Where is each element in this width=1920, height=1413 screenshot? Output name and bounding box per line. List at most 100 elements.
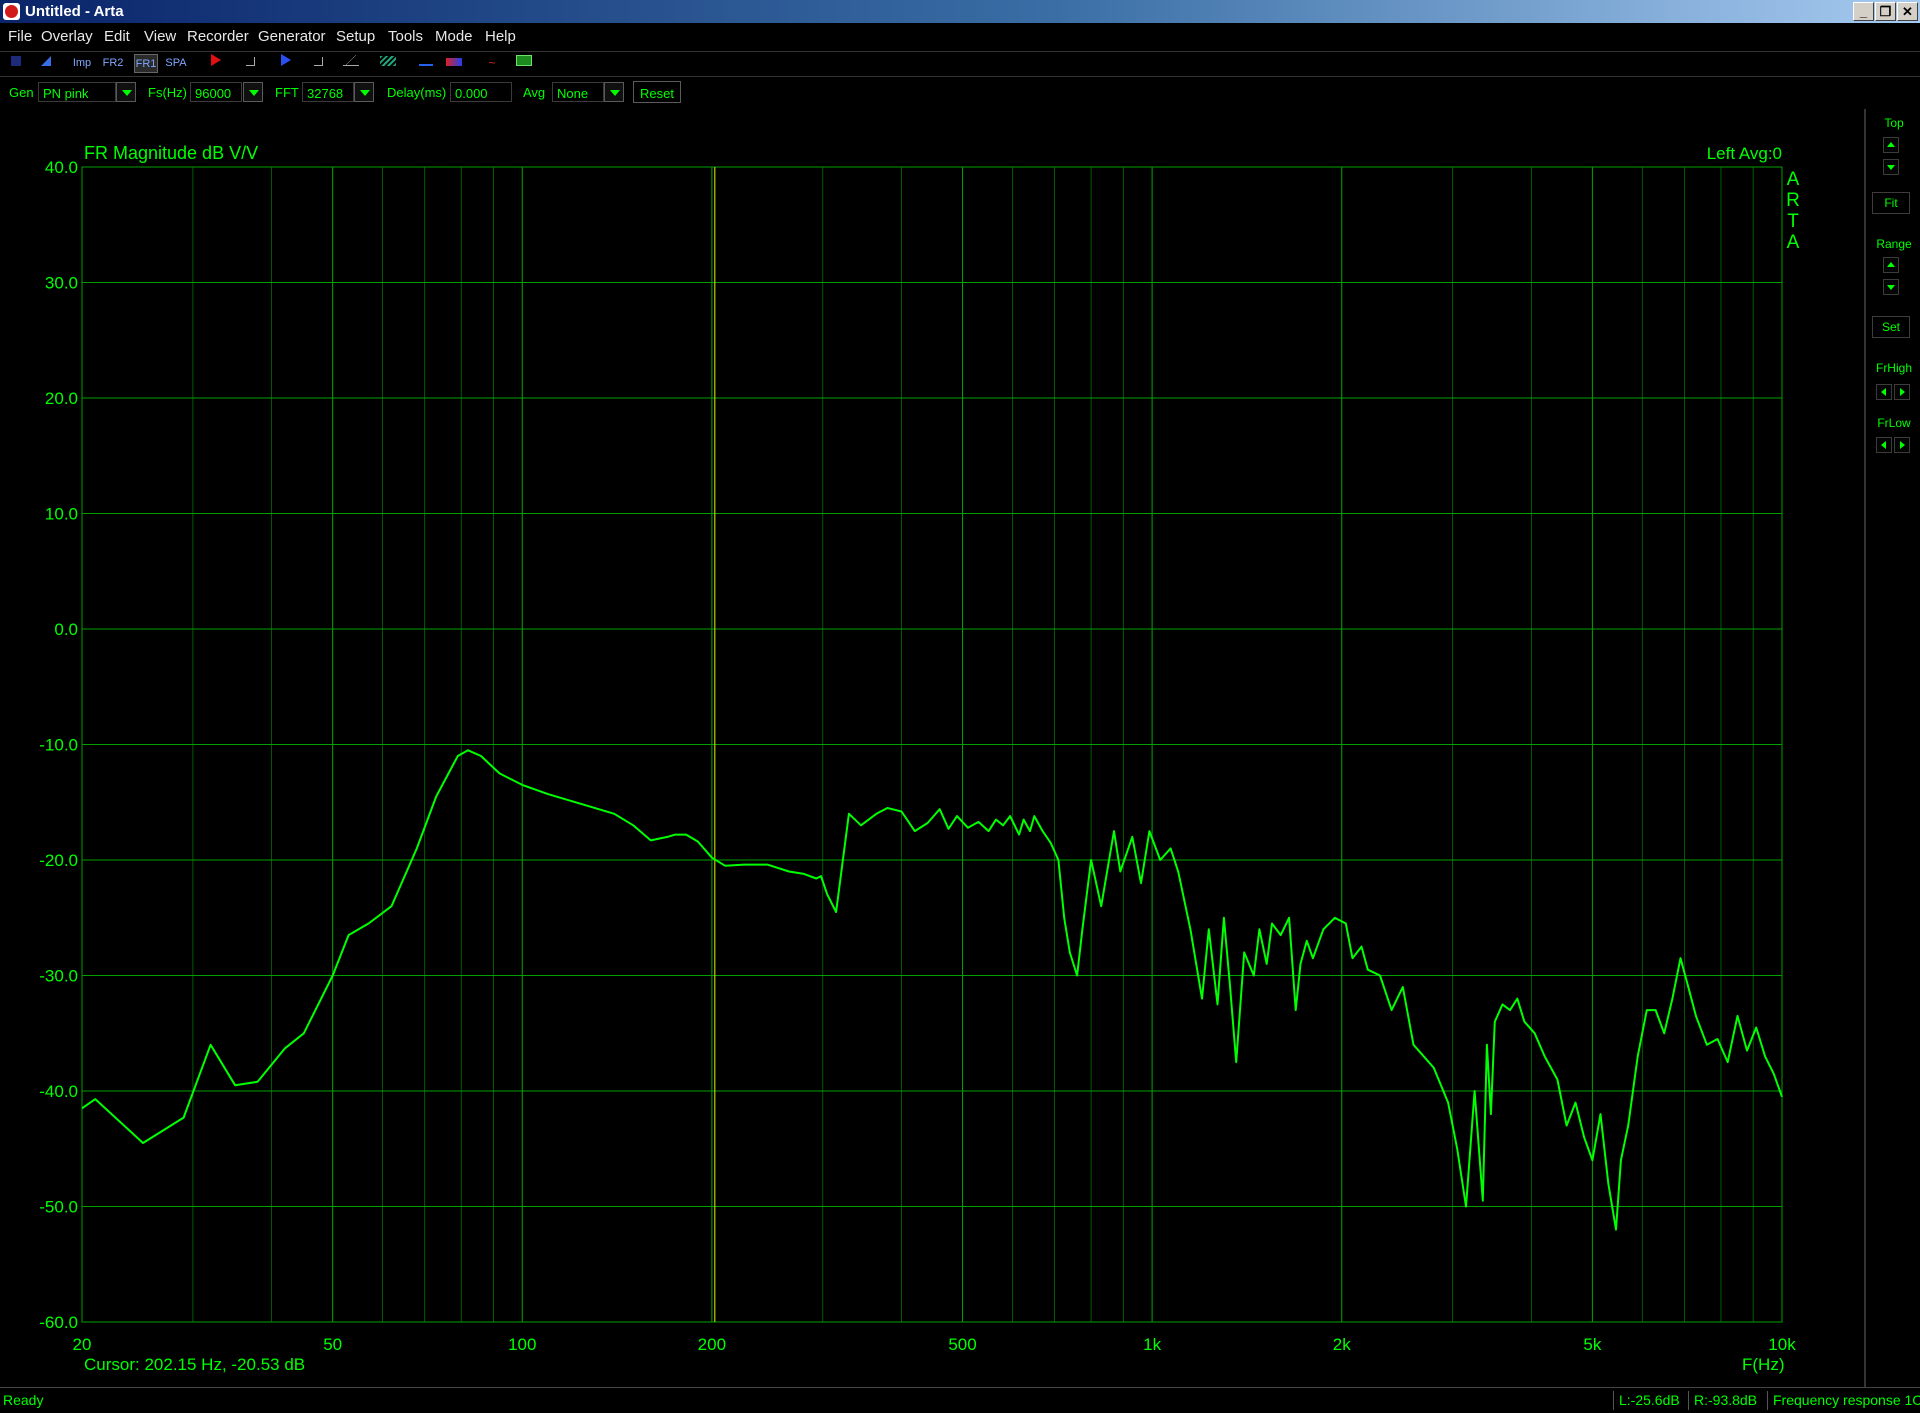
scale-panel: Top Fit Range Set FrHigh FrLow xyxy=(1864,109,1920,1387)
y-tick-label: 0.0 xyxy=(54,620,78,639)
menu-setup[interactable]: Setup xyxy=(336,28,375,45)
menu-help[interactable]: Help xyxy=(485,28,516,45)
avg-select[interactable]: None xyxy=(552,82,604,102)
menu-file[interactable]: File xyxy=(8,28,32,45)
wave-button[interactable]: ~ xyxy=(480,54,504,73)
minimize-icon: _ xyxy=(1859,4,1868,19)
y-tick-label: 40.0 xyxy=(45,158,78,177)
top-up-button[interactable] xyxy=(1883,137,1899,153)
frlow-label: FrLow xyxy=(1877,416,1911,430)
status-left-level: L:-25.6dB xyxy=(1613,1391,1687,1410)
toolbar: Imp FR2 FR1 SPA ~ xyxy=(0,51,1920,77)
restore-icon: ❐ xyxy=(1879,4,1892,19)
status-bar: Ready L:-25.6dB R:-93.8dB Frequency resp… xyxy=(0,1387,1920,1413)
phase-button[interactable] xyxy=(414,54,438,73)
fr-magnitude-trace xyxy=(81,749,1783,1231)
y-tick-label: -40.0 xyxy=(39,1082,78,1101)
parameter-bar: Gen PN pink Fs(Hz) 96000 FFT 32768 Delay… xyxy=(0,77,1920,107)
minimize-button[interactable]: _ xyxy=(1853,2,1874,21)
close-button[interactable]: ✕ xyxy=(1897,2,1918,21)
smooth-button[interactable] xyxy=(376,54,400,73)
app-icon xyxy=(3,3,20,20)
y-tick-label: -10.0 xyxy=(39,736,78,755)
set-button[interactable]: Set xyxy=(1872,316,1910,338)
fr2-mode-button[interactable]: FR2 xyxy=(101,54,125,73)
phase-icon xyxy=(419,64,433,66)
top-down-button[interactable] xyxy=(1883,159,1899,175)
range-down-button[interactable] xyxy=(1883,279,1899,295)
record-button[interactable] xyxy=(204,54,228,73)
fft-label: FFT xyxy=(275,85,299,100)
scope-button[interactable] xyxy=(512,54,536,73)
window-title: Untitled - Arta xyxy=(25,3,124,20)
fs-label: Fs(Hz) xyxy=(148,85,187,100)
title-bar: Untitled - Arta _ ❐ ✕ xyxy=(0,0,1920,23)
reset-button[interactable]: Reset xyxy=(633,81,681,103)
y-tick-label: -60.0 xyxy=(39,1313,78,1332)
frequency-response-chart: 40.0 30.0 20.0 10.0 0.0 -10.0 -20.0 -30.0 -40.0 -… xyxy=(39,143,1800,1374)
frhigh-right-button[interactable] xyxy=(1894,384,1910,400)
gen-dropdown-button[interactable] xyxy=(116,82,136,102)
menu-overlay[interactable]: Overlay xyxy=(41,28,93,45)
y-tick-label: 30.0 xyxy=(45,274,78,293)
fs-dropdown-button[interactable] xyxy=(243,82,263,102)
x-tick-label: 5k xyxy=(1583,1335,1601,1354)
top-label: Top xyxy=(1884,116,1904,130)
play-blue-icon xyxy=(281,54,291,66)
spa-mode-button[interactable]: SPA xyxy=(164,54,188,73)
menu-generator[interactable]: Generator xyxy=(258,28,326,45)
status-right-level: R:-93.8dB xyxy=(1688,1391,1766,1410)
x-tick-label: 2k xyxy=(1333,1335,1351,1354)
stop-icon xyxy=(245,57,255,66)
new-button[interactable] xyxy=(4,54,28,73)
fs-select[interactable]: 96000 xyxy=(190,82,242,102)
range-up-button[interactable] xyxy=(1883,257,1899,273)
impulse-mode-icon: Imp xyxy=(72,57,92,69)
gen-select[interactable]: PN pink xyxy=(38,82,116,102)
x-tick-label: 500 xyxy=(948,1335,976,1354)
frlow-left-button[interactable] xyxy=(1876,437,1892,453)
smooth-icon xyxy=(380,56,396,66)
play-button[interactable] xyxy=(274,54,298,73)
avg-dropdown-button[interactable] xyxy=(604,82,624,102)
fr1-mode-icon: FR1 xyxy=(135,58,157,70)
watermark-letter: R xyxy=(1786,190,1800,211)
gen-setup-button[interactable] xyxy=(339,54,363,73)
x-axis-label: F(Hz) xyxy=(1742,1355,1784,1374)
menu-tools[interactable]: Tools xyxy=(388,28,423,45)
stop-icon xyxy=(313,57,323,66)
menu-view[interactable]: View xyxy=(144,28,176,45)
stop-record-button[interactable] xyxy=(238,54,262,73)
fft-dropdown-button[interactable] xyxy=(354,82,374,102)
y-tick-label: 20.0 xyxy=(45,389,78,408)
menu-mode[interactable]: Mode xyxy=(435,28,473,45)
watermark-letter: A xyxy=(1787,232,1800,253)
impulse-mode-button[interactable]: Imp xyxy=(70,54,94,73)
range-label: Range xyxy=(1876,237,1912,251)
frhigh-label: FrHigh xyxy=(1875,361,1912,375)
wave-icon: ~ xyxy=(488,56,496,70)
fr1-mode-button[interactable]: FR1 xyxy=(134,54,158,73)
x-tick-label: 50 xyxy=(323,1335,342,1354)
frlow-right-button[interactable] xyxy=(1894,437,1910,453)
menu-recorder[interactable]: Recorder xyxy=(187,28,249,45)
menu-bar: File Overlay Edit View Recorder Generato… xyxy=(0,23,1920,51)
fit-button[interactable]: Fit xyxy=(1872,192,1910,214)
gen-label: Gen xyxy=(9,85,34,100)
chart-title: FR Magnitude dB V/V xyxy=(84,143,258,163)
y-tick-label: -30.0 xyxy=(39,967,78,986)
x-tick-label: 20 xyxy=(73,1335,92,1354)
fft-select[interactable]: 32768 xyxy=(302,82,354,102)
frhigh-left-button[interactable] xyxy=(1876,384,1892,400)
avg-label: Avg xyxy=(523,85,546,100)
close-icon: ✕ xyxy=(1902,4,1913,19)
overlay-button[interactable] xyxy=(442,54,466,73)
menu-edit[interactable]: Edit xyxy=(104,28,130,45)
delay-input[interactable]: 0.000 xyxy=(450,82,512,102)
overlay-icon xyxy=(446,58,462,66)
maximize-button[interactable]: ❐ xyxy=(1875,2,1896,21)
signal-button[interactable] xyxy=(34,54,58,73)
stop-play-button[interactable] xyxy=(306,54,330,73)
scope-icon xyxy=(516,55,532,66)
ramp-icon xyxy=(343,55,359,66)
